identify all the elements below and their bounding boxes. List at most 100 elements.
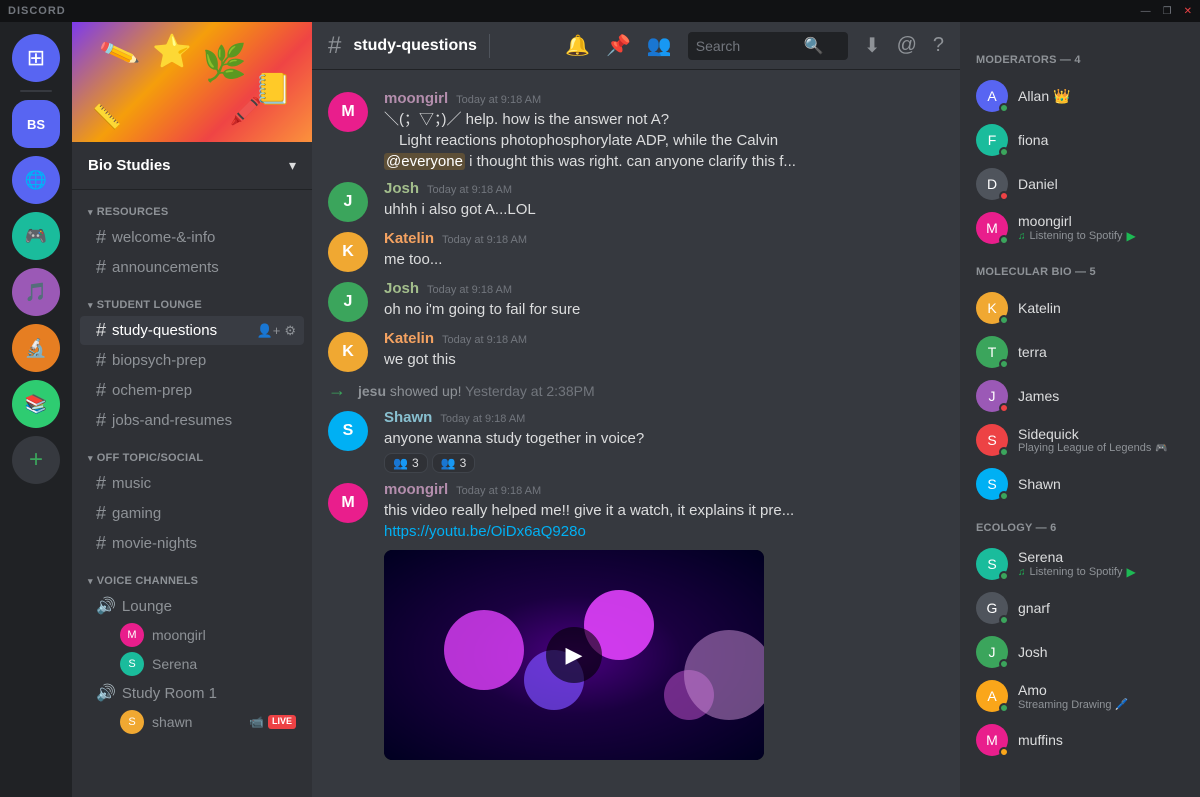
banner-heart-icon: 🌿 (202, 42, 247, 84)
server-icon-5[interactable]: 📚 (12, 380, 60, 428)
help-icon[interactable]: ? (933, 34, 944, 57)
member-moongirl[interactable]: M moongirl ♫ Listening to Spotify ▶ (968, 206, 1192, 250)
channel-hash-icon: # (328, 32, 341, 60)
status-indicator (999, 659, 1009, 669)
server-icon-1[interactable]: 🌐 (12, 156, 60, 204)
everyone-mention: @everyone (384, 153, 465, 170)
message-content: Shawn Today at 9:18 AM anyone wanna stud… (384, 409, 944, 473)
minimize-button[interactable]: — (1141, 6, 1151, 17)
member-shawn[interactable]: S Shawn (968, 462, 1192, 506)
video-link[interactable]: https://youtu.be/OiDx6aQ928o (384, 523, 586, 540)
message-header: Josh Today at 9:18 AM (384, 180, 944, 197)
add-server-button[interactable]: + (12, 436, 60, 484)
voice-channel-study-room-1[interactable]: 🔊 Study Room 1 (80, 679, 304, 707)
member-daniel[interactable]: D Daniel (968, 162, 1192, 206)
banner-pencil2-icon: 🖍️ (230, 96, 262, 127)
member-serena[interactable]: S Serena ♫ Listening to Spotify ▶ (968, 542, 1192, 586)
reaction-button[interactable]: 👥 3 (432, 453, 476, 473)
member-amo[interactable]: A Amo Streaming Drawing 🖊️ (968, 674, 1192, 718)
member-muffins[interactable]: M muffins (968, 718, 1192, 762)
voice-user-serena[interactable]: S Serena (80, 650, 304, 678)
member-fiona[interactable]: F fiona (968, 118, 1192, 162)
channel-ochem-prep[interactable]: # ochem-prep (80, 376, 304, 405)
channel-list: ▾ RESOURCES # welcome-&-info # announcem… (72, 190, 312, 797)
message-header: moongirl Today at 9:18 AM (384, 90, 944, 107)
member-josh[interactable]: J Josh (968, 630, 1192, 674)
mention-icon[interactable]: @ (897, 34, 917, 57)
search-input[interactable] (696, 38, 796, 54)
member-gnarf[interactable]: G gnarf (968, 586, 1192, 630)
channel-jobs-resumes[interactable]: # jobs-and-resumes (80, 406, 304, 435)
channel-study-questions[interactable]: # study-questions 👤+ ⚙ (80, 316, 304, 345)
avatar: S (976, 468, 1008, 500)
channel-biopsych-prep[interactable]: # biopsych-prep (80, 346, 304, 375)
channel-gaming[interactable]: # gaming (80, 499, 304, 528)
message-header: moongirl Today at 9:18 AM (384, 481, 944, 498)
member-info: Shawn (1018, 476, 1184, 492)
server-icon-2[interactable]: 🎮 (12, 212, 60, 260)
member-terra[interactable]: T terra (968, 330, 1192, 374)
avatar: S (976, 548, 1008, 580)
category-off-topic[interactable]: ▾ OFF TOPIC/SOCIAL (72, 436, 312, 468)
message-group: M moongirl Today at 9:18 AM this video r… (312, 477, 960, 764)
avatar: S (328, 411, 368, 451)
message-header: Josh Today at 9:18 AM (384, 280, 944, 297)
video-embed[interactable]: ▶ (384, 550, 764, 760)
download-icon[interactable]: ⬇ (864, 33, 881, 58)
close-button[interactable]: ✕ (1184, 6, 1192, 17)
member-katelin[interactable]: K Katelin (968, 286, 1192, 330)
channel-name: ochem-prep (112, 382, 296, 399)
server-header[interactable]: Bio Studies ▾ (72, 142, 312, 190)
discord-home-button[interactable]: ⊞ (12, 34, 60, 82)
member-james[interactable]: J James (968, 374, 1192, 418)
titlebar-controls: — ❐ ✕ (1141, 6, 1192, 17)
server-icon-3[interactable]: 🎵 (12, 268, 60, 316)
live-badge: LIVE (268, 715, 296, 729)
voice-user-moongirl[interactable]: M moongirl (80, 621, 304, 649)
channel-welcome-info[interactable]: # welcome-&-info (80, 223, 304, 252)
channel-name: announcements (112, 259, 296, 276)
status-indicator (999, 571, 1009, 581)
status-indicator (999, 403, 1009, 413)
status-indicator (999, 147, 1009, 157)
member-sidequick[interactable]: S Sidequick Playing League of Legends 🎮 (968, 418, 1192, 462)
category-student-lounge[interactable]: ▾ STUDENT LOUNGE (72, 283, 312, 315)
avatar: M (976, 212, 1008, 244)
member-info: Sidequick Playing League of Legends 🎮 (1018, 426, 1184, 454)
server-bio-studies[interactable]: BS (12, 100, 60, 148)
member-activity: Streaming Drawing 🖊️ (1018, 698, 1184, 711)
channel-movie-nights[interactable]: # movie-nights (80, 529, 304, 558)
hash-icon: # (96, 533, 106, 554)
member-name: Katelin (1018, 300, 1184, 316)
voice-username: Serena (152, 656, 296, 672)
spotify-icon: ♫ (1018, 567, 1026, 578)
add-member-icon: 👤+ (257, 323, 281, 339)
message-timestamp: Today at 9:18 AM (442, 234, 527, 246)
channel-announcements[interactable]: # announcements (80, 253, 304, 282)
members-icon[interactable]: 👥 (647, 33, 672, 58)
category-resources[interactable]: ▾ RESOURCES (72, 190, 312, 222)
channel-music[interactable]: # music (80, 469, 304, 498)
play-button-icon[interactable]: ▶ (546, 627, 602, 683)
server-separator (20, 90, 52, 92)
header-icons: 🔔 📌 👥 🔍 ⬇ @ ? (565, 32, 944, 60)
message-content: moongirl Today at 9:18 AM this video rea… (384, 481, 944, 760)
bell-icon[interactable]: 🔔 (565, 33, 590, 58)
voice-channel-lounge[interactable]: 🔊 Lounge (80, 592, 304, 620)
status-indicator (999, 447, 1009, 457)
main-chat: # study-questions 🔔 📌 👥 🔍 ⬇ @ ? M (312, 22, 960, 797)
member-info: muffins (1018, 732, 1184, 748)
server-icon-4[interactable]: 🔬 (12, 324, 60, 372)
reaction-button[interactable]: 👥 3 (384, 453, 428, 473)
search-box[interactable]: 🔍 (688, 32, 848, 60)
channel-name: biopsych-prep (112, 352, 296, 369)
spotify-icon: ♫ (1018, 231, 1026, 242)
member-section-moderators: MODERATORS — 4 (968, 38, 1192, 74)
maximize-button[interactable]: ❐ (1163, 6, 1172, 17)
voice-user-shawn[interactable]: S shawn 📹 LIVE (80, 708, 304, 736)
category-voice-channels[interactable]: ▾ VOICE CHANNELS (72, 559, 312, 591)
member-name: gnarf (1018, 600, 1184, 616)
pin-icon[interactable]: 📌 (606, 33, 631, 58)
channel-name: study-questions (112, 322, 251, 339)
member-allan[interactable]: A Allan 👑 (968, 74, 1192, 118)
